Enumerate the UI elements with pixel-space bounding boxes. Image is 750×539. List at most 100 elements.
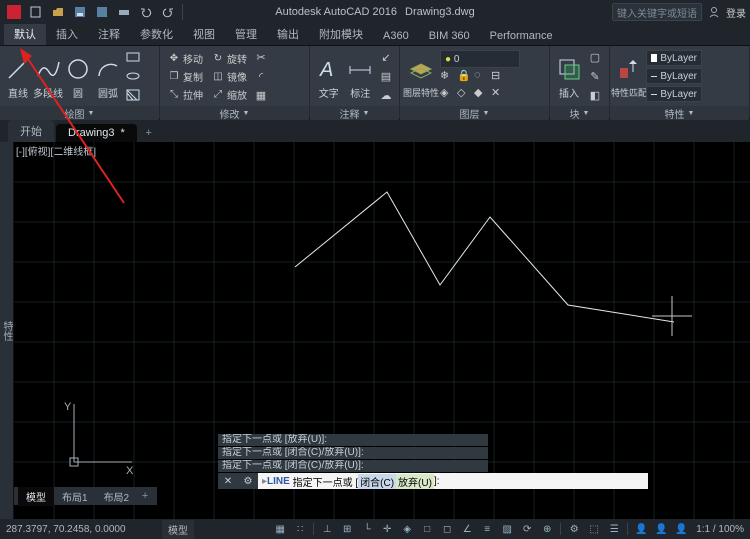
tab-bim360[interactable]: BIM 360 [419, 27, 480, 45]
leader-icon[interactable]: ↙ [377, 48, 395, 66]
annotation-scale-lock-icon[interactable]: 👤 [632, 521, 650, 537]
coordinate-display[interactable]: 287.3797, 70.2458, 0.0000 [6, 524, 156, 535]
workspace-icon[interactable]: ⚙ [565, 521, 583, 537]
insert-block-button[interactable]: 插入 [554, 48, 584, 104]
layout-add[interactable]: + [137, 490, 153, 502]
lineweight-display-icon[interactable]: ≡ [478, 521, 496, 537]
model-tab[interactable]: 模型 [18, 487, 54, 506]
tab-performance[interactable]: Performance [480, 27, 563, 45]
selection-cycling-icon[interactable]: ⟳ [518, 521, 536, 537]
panel-annotation-title[interactable]: 注释▼ [310, 106, 399, 120]
rectangle-icon[interactable] [124, 48, 142, 66]
array-icon[interactable]: ▦ [252, 86, 270, 104]
panel-modify-title[interactable]: 修改▼ [160, 106, 309, 120]
layer-merge-icon[interactable]: ◆ [474, 86, 490, 102]
properties-palette-bar[interactable]: 特性 [0, 142, 14, 519]
mirror-button[interactable]: ◫镜像 [208, 68, 250, 85]
otrack-icon[interactable]: ∠ [458, 521, 476, 537]
scale-button[interactable]: ⤢缩放 [208, 86, 250, 103]
panel-properties-title[interactable]: 特性▼ [610, 106, 749, 120]
tab-a360[interactable]: A360 [373, 27, 419, 45]
text-button[interactable]: A 文字 [314, 48, 344, 104]
rotate-button[interactable]: ↻旋转 [208, 50, 250, 67]
signin-icon[interactable] [706, 4, 722, 20]
tab-annotate[interactable]: 注释 [88, 23, 130, 45]
line-button[interactable]: 直线 [4, 48, 32, 104]
tab-default[interactable]: 默认 [4, 23, 46, 45]
plot-icon[interactable] [114, 2, 134, 22]
create-block-icon[interactable]: ▢ [586, 48, 604, 66]
polyline-button[interactable]: 多段线 [34, 48, 62, 104]
ortho-toggle-icon[interactable]: └ [358, 521, 376, 537]
tab-view[interactable]: 视图 [183, 23, 225, 45]
redo-icon[interactable] [158, 2, 178, 22]
dimension-button[interactable]: 标注 [346, 48, 376, 104]
panel-layers-title[interactable]: 图层▼ [400, 106, 549, 120]
snap-toggle-icon[interactable]: ∷ [291, 521, 309, 537]
undo-icon[interactable] [136, 2, 156, 22]
copy-button[interactable]: ❐复制 [164, 68, 206, 85]
annotation-scale[interactable]: 1:1 / 100% [696, 524, 744, 535]
cmd-close-icon[interactable]: ✕ [218, 473, 238, 489]
tab-output[interactable]: 输出 [267, 23, 309, 45]
attr-block-icon[interactable]: ◧ [586, 86, 604, 104]
layout2-tab[interactable]: 布局2 [96, 487, 138, 506]
osnap-toggle-icon[interactable]: □ [418, 521, 436, 537]
layer-freeze-icon[interactable]: ❄ [440, 69, 456, 85]
ellipse-icon[interactable] [124, 67, 142, 85]
open-icon[interactable] [48, 2, 68, 22]
color-dropdown[interactable]: ByLayer [646, 50, 702, 66]
layout1-tab[interactable]: 布局1 [54, 487, 96, 506]
layer-iso-icon[interactable]: ◈ [440, 86, 456, 102]
annotation-autoscale-icon[interactable]: 👤 [672, 521, 690, 537]
tab-addins[interactable]: 附加模块 [309, 23, 373, 45]
transparency-icon[interactable]: ▨ [498, 521, 516, 537]
saveas-icon[interactable] [92, 2, 112, 22]
cloud-icon[interactable]: ☁ [377, 86, 395, 104]
signin-label[interactable]: 登录 [726, 5, 746, 20]
panel-draw-title[interactable]: 绘图▼ [0, 106, 159, 120]
annotation-visibility-icon[interactable]: 👤 [652, 521, 670, 537]
layer-dropdown[interactable]: ● 0 [440, 50, 520, 68]
move-button[interactable]: ✥移动 [164, 50, 206, 67]
quick-properties-icon[interactable]: ☰ [605, 521, 623, 537]
fillet-icon[interactable]: ◜ [252, 67, 270, 85]
table-icon[interactable]: ▤ [377, 67, 395, 85]
layer-lock-icon[interactable]: 🔒 [457, 69, 473, 85]
layer-prev-icon[interactable]: ◇ [457, 86, 473, 102]
polar-toggle-icon[interactable]: ✛ [378, 521, 396, 537]
new-icon[interactable] [26, 2, 46, 22]
infer-constraints-icon[interactable]: ⊥ [318, 521, 336, 537]
tab-manage[interactable]: 管理 [225, 23, 267, 45]
tab-parametric[interactable]: 参数化 [130, 23, 183, 45]
filetab-start[interactable]: 开始 [8, 120, 54, 142]
filetab-drawing3[interactable]: Drawing3* [56, 124, 137, 142]
annotation-monitor-icon[interactable]: ⊕ [538, 521, 556, 537]
isodraft-icon[interactable]: ◈ [398, 521, 416, 537]
hatch-icon[interactable] [124, 86, 142, 104]
layer-match-icon[interactable]: ⊟ [491, 69, 507, 85]
save-icon[interactable] [70, 2, 90, 22]
layer-delete-icon[interactable]: ✕ [491, 86, 507, 102]
dynamic-input-icon[interactable]: ⊞ [338, 521, 356, 537]
search-input[interactable]: 键入关键字或短语 [612, 3, 702, 21]
circle-button[interactable]: 圆 [64, 48, 92, 104]
units-icon[interactable]: ⬚ [585, 521, 603, 537]
panel-block-title[interactable]: 块▼ [550, 106, 609, 120]
3dosnap-icon[interactable]: ◻ [438, 521, 456, 537]
cmd-config-icon[interactable]: ⚙ [238, 473, 258, 489]
edit-block-icon[interactable]: ✎ [586, 67, 604, 85]
linetype-dropdown[interactable]: ByLayer [646, 86, 702, 102]
statusbar-model-button[interactable]: 模型 [162, 520, 194, 539]
command-line[interactable]: ✕ ⚙ ▸ LINE 指定下一点或 [闭合(C) 放弃(U)]: [218, 473, 648, 489]
app-menu-button[interactable] [4, 2, 24, 22]
filetab-add[interactable]: + [139, 124, 159, 142]
stretch-button[interactable]: ⤡拉伸 [164, 86, 206, 103]
grid-toggle-icon[interactable]: ▦ [271, 521, 289, 537]
tab-insert[interactable]: 插入 [46, 23, 88, 45]
lineweight-dropdown[interactable]: ByLayer [646, 68, 702, 84]
layer-off-icon[interactable]: ◌ [474, 69, 490, 85]
arc-button[interactable]: 圆弧 [94, 48, 122, 104]
trim-icon[interactable]: ✂ [252, 48, 270, 66]
layer-properties-button[interactable]: 图层特性 [404, 48, 438, 104]
